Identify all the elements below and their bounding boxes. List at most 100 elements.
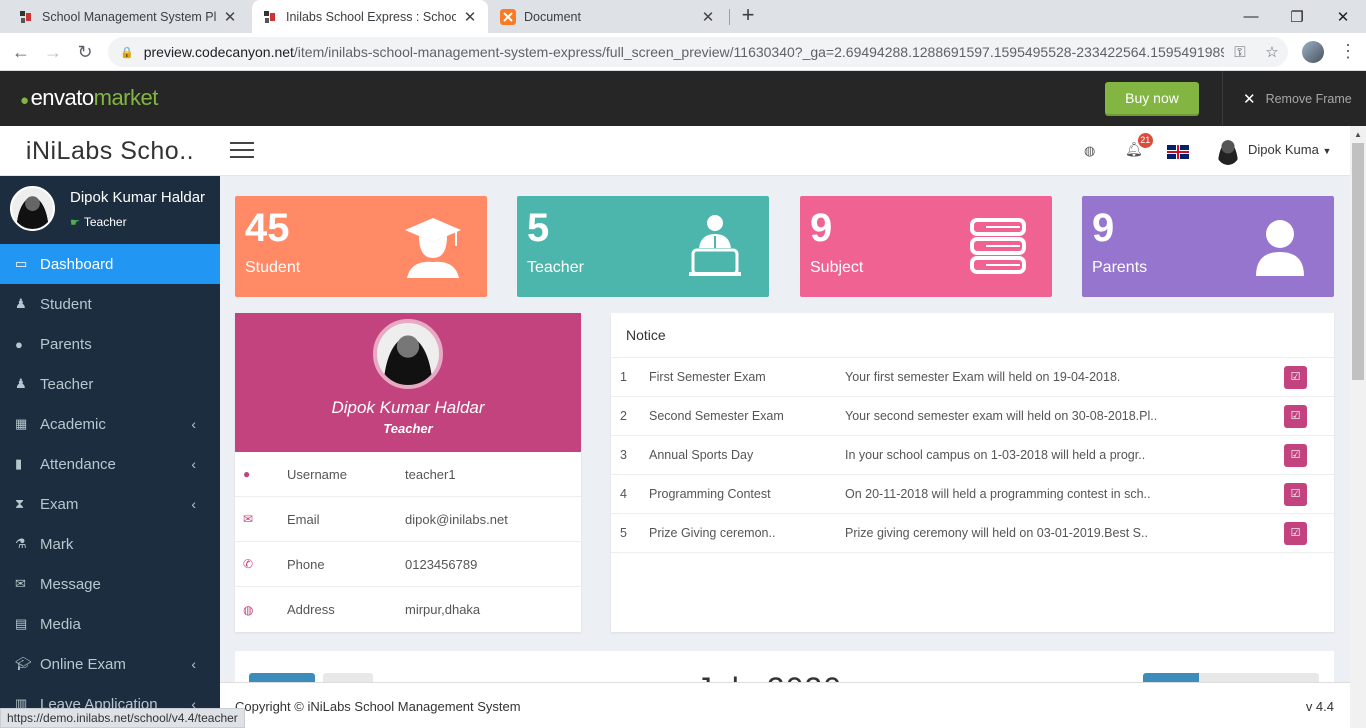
page-scrollbar[interactable]: ▲ [1350,126,1366,728]
table-row: 1 First Semester Exam Your first semester … [611,358,1334,397]
view-notice-button[interactable]: ☑ [1284,366,1307,389]
avatar[interactable] [1216,137,1240,165]
user-icon: ● [15,336,23,352]
envato-market-bar: ●envatomarket Buy now ✕ Remove Frame [0,71,1366,126]
sidebar-item-exam[interactable]: ⧗ Exam ‹ [0,484,220,524]
back-icon[interactable]: ← [8,40,34,64]
close-window-button[interactable]: ✕ [1320,0,1366,33]
view-notice-button[interactable]: ☑ [1284,483,1307,506]
url-input[interactable]: 🔒 preview.codecanyon.net/item/inilabs-sc… [108,37,1288,67]
globe-icon[interactable]: ◍ [1084,143,1095,159]
browser-tab-active[interactable]: Inilabs School Express : School M ✕ [252,0,488,33]
uk-flag-icon[interactable]: 15 [1167,145,1189,159]
hand-pointer-icon: ☛ [70,217,80,229]
inilabs-logo-icon [18,9,34,25]
stat-label: Parents [1092,259,1148,276]
profile-row-username: ● Username teacher1 [235,452,581,497]
sidebar-item-attendance[interactable]: ▮ Attendance ‹ [0,444,220,484]
forward-icon[interactable]: → [40,40,66,64]
sidebar-item-mark[interactable]: ⚗ Mark [0,524,220,564]
view-notice-button[interactable]: ☑ [1284,405,1307,428]
hourglass-icon: ⧗ [15,496,25,511]
notice-title: Notice [611,313,1334,358]
sidebar-item-media[interactable]: ▤ Media [0,604,220,644]
bell-icon[interactable]: 🔔︎ 21 [1125,133,1153,158]
app-brand[interactable]: iNiLabs Scho.. [0,126,220,176]
reload-icon[interactable]: ↻ [72,40,98,64]
scroll-up-icon[interactable]: ▲ [1354,130,1362,139]
view-notice-button[interactable]: ☑ [1284,444,1307,467]
footer-version: v 4.4 [1305,699,1334,714]
close-icon: ✕ [1243,90,1256,108]
user-icon [1256,220,1304,276]
stat-value: 9 [1092,206,1115,250]
sidebar-item-teacher[interactable]: ♟ Teacher [0,364,220,404]
sidebar-item-academic[interactable]: ▦ Academic ‹ [0,404,220,444]
stat-card-student[interactable]: 45 Student [235,196,487,297]
url-text: preview.codecanyon.net/item/inilabs-scho… [143,44,1224,60]
sidebar-item-parents[interactable]: ● Parents [0,324,220,364]
close-tab-icon[interactable]: ✕ [462,8,478,26]
presenter-icon [689,215,741,276]
table-row: 5 Prize Giving ceremon.. Prize giving cere… [611,514,1334,553]
browser-tab[interactable]: Document ✕ [490,0,726,33]
flask-icon: ⚗ [15,536,27,551]
notice-card: Notice 1 First Semester Exam Your first se… [611,313,1334,632]
caret-down-icon: ▼ [1322,146,1332,156]
profile-row-address: ◍ Address mirpur,dhaka [235,587,581,632]
footer: Copyright © iNiLabs School Management Sy… [220,682,1350,728]
sidebar-item-online-exam[interactable]: 🎓︎ Online Exam ‹ [0,644,220,684]
film-icon: ▤ [15,616,28,631]
clipboard-icon: ▮ [15,456,23,471]
close-tab-icon[interactable]: ✕ [700,8,716,26]
avatar [373,319,443,389]
globe-icon: ◍ [243,602,254,617]
stat-card-subject[interactable]: 9 Subject [800,196,1052,297]
leaf-icon: ● [20,92,29,109]
stat-label: Subject [810,259,864,276]
chevron-left-icon: ‹ [191,456,196,472]
table-row: 2 Second Semester Exam Your second semeste… [611,397,1334,436]
view-notice-button[interactable]: ☑ [1284,522,1307,545]
stat-value: 5 [527,206,550,250]
stat-card-parents[interactable]: 9 Parents [1082,196,1334,297]
browser-tab[interactable]: School Management System Plug ✕ [8,0,248,33]
hamburger-menu-icon[interactable] [230,142,254,160]
stat-card-teacher[interactable]: 5 Teacher [517,196,769,297]
user-menu[interactable]: Dipok Kuma ▼ [1248,142,1331,157]
star-icon[interactable]: ☆ [1256,43,1288,61]
sidebar-item-message[interactable]: ✉ Message [0,564,220,604]
books-icon [970,218,1026,274]
graduate-icon [405,218,461,278]
scrollbar-thumb[interactable] [1352,143,1364,380]
envato-market-logo[interactable]: ●envatomarket [20,85,158,111]
browser-menu-icon[interactable]: ⋮ [1338,41,1358,61]
stat-label: Teacher [527,259,584,276]
main-content: 45 Student 5 Teacher 9 Subject 9 Parents… [220,176,1350,728]
new-tab-button[interactable]: + [736,4,760,28]
close-tab-icon[interactable]: ✕ [222,8,238,26]
graduation-cap-icon: 🎓︎ [15,656,32,671]
sidebar-user-name: Dipok Kumar Haldar [70,189,206,206]
sidebar-item-dashboard[interactable]: ▭ Dashboard [0,244,220,284]
status-bar-url: https://demo.inilabs.net/school/v4.4/tea… [0,708,245,728]
key-icon[interactable]: ⚿ [1224,44,1256,61]
restore-button[interactable]: ❐ [1274,0,1320,33]
profile-name: Dipok Kumar Haldar [331,398,485,417]
browser-profile-avatar[interactable] [1302,41,1324,63]
sidebar-item-student[interactable]: ♟ Student [0,284,220,324]
profile-header: Dipok Kumar Haldar Teacher [235,313,581,452]
notification-badge: 21 [1137,133,1153,148]
profile-card: Dipok Kumar Haldar Teacher ● Username teac… [235,313,581,632]
teacher-icon: ♟ [15,376,27,391]
buy-now-button[interactable]: Buy now [1105,82,1199,114]
profile-row-email: ✉ Email dipok@inilabs.net [235,497,581,542]
chevron-left-icon: ‹ [191,496,196,512]
laptop-icon: ▭ [15,256,28,271]
tab-separator [729,9,730,25]
stat-value: 9 [810,206,833,250]
minimize-button[interactable]: — [1228,0,1274,33]
building-icon: ▦ [15,416,28,431]
avatar [10,186,55,231]
remove-frame-button[interactable]: ✕ Remove Frame [1222,71,1352,126]
